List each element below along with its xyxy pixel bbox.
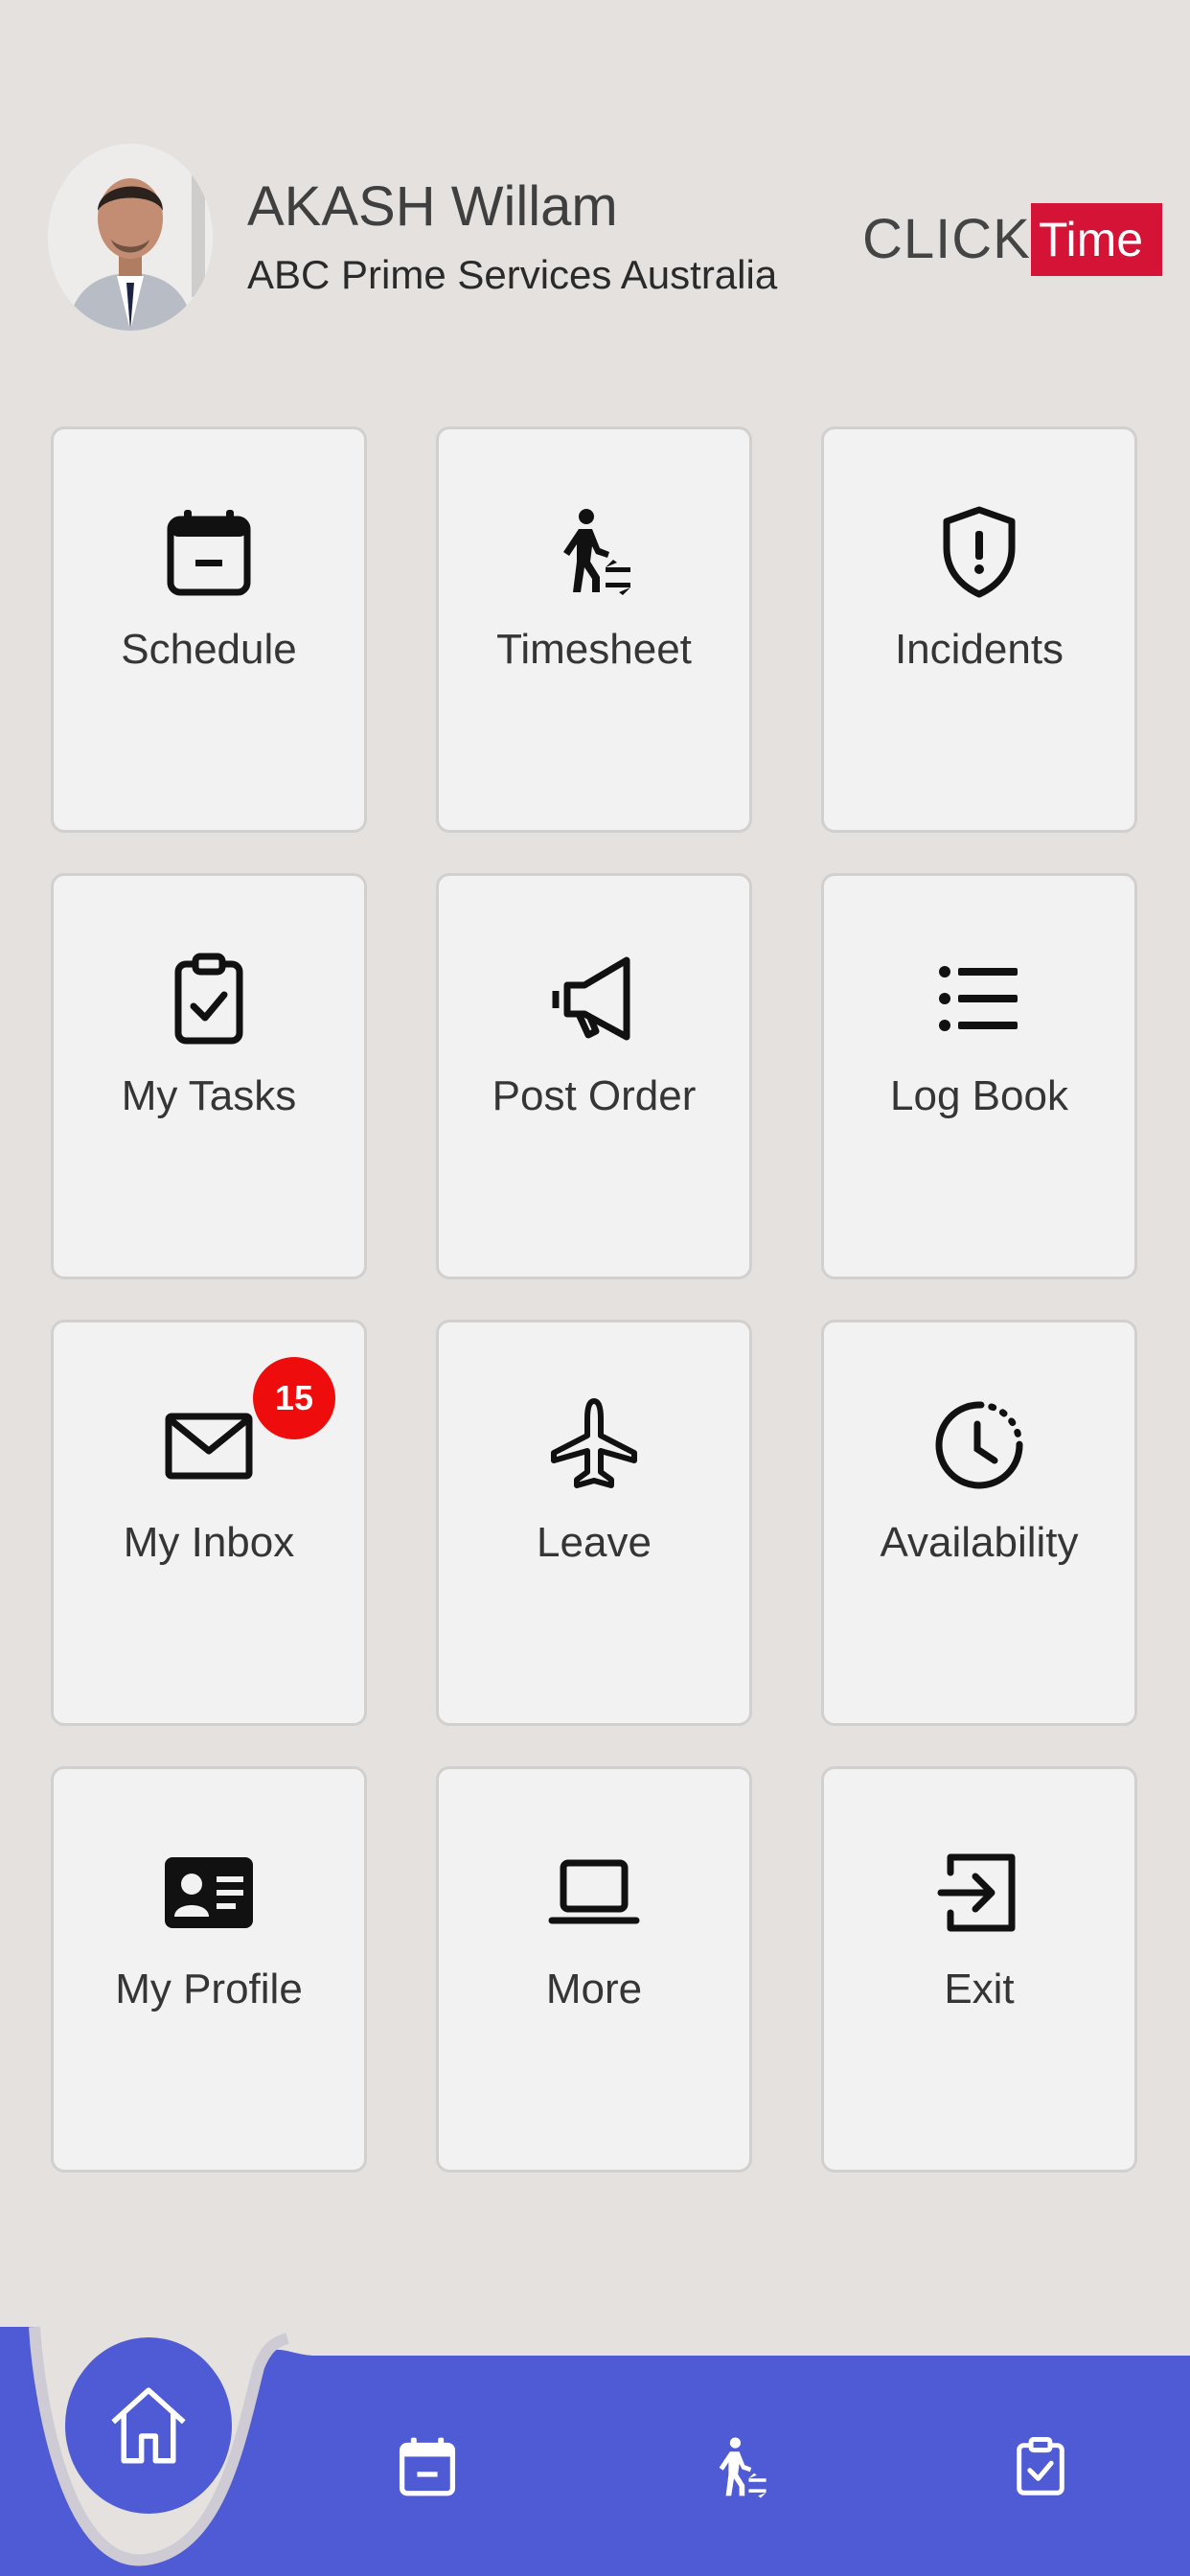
tile-label: Post Order	[492, 1072, 697, 1119]
walking-transfer-icon	[546, 504, 642, 600]
avatar[interactable]	[48, 144, 213, 331]
laptop-icon	[546, 1844, 642, 1940]
tile-my-inbox[interactable]: 15 My Inbox	[51, 1320, 367, 1726]
calendar-icon	[399, 2437, 456, 2496]
nav-schedule-button[interactable]	[396, 2432, 459, 2501]
tile-timesheet[interactable]: Timesheet	[436, 426, 752, 833]
tile-label: Timesheet	[496, 626, 692, 673]
tile-log-book[interactable]: Log Book	[821, 873, 1137, 1279]
tile-post-order[interactable]: Post Order	[436, 873, 752, 1279]
tile-leave[interactable]: Leave	[436, 1320, 752, 1726]
profile-header: AKASH Willam ABC Prime Services Australi…	[48, 144, 1163, 335]
id-card-icon	[161, 1844, 257, 1940]
tile-label: Leave	[537, 1519, 652, 1566]
user-name: AKASH Willam	[247, 175, 618, 238]
tile-label: Exit	[944, 1966, 1015, 2012]
tile-exit[interactable]: Exit	[821, 1766, 1137, 2173]
tile-label: Incidents	[894, 626, 1064, 673]
nav-tasks-button[interactable]	[1011, 2432, 1070, 2501]
unread-count-badge: 15	[253, 1357, 335, 1439]
avatar-photo	[48, 144, 213, 331]
shield-alert-icon	[931, 504, 1027, 600]
nav-home-button[interactable]	[65, 2337, 232, 2514]
walking-transfer-icon	[719, 2437, 767, 2498]
tile-label: More	[545, 1966, 643, 2012]
company-name: ABC Prime Services Australia	[247, 252, 778, 297]
airplane-icon	[546, 1397, 642, 1493]
exit-icon	[931, 1844, 1027, 1940]
tile-my-profile[interactable]: My Profile	[51, 1766, 367, 2173]
megaphone-icon	[546, 951, 642, 1046]
tile-label: Availability	[880, 1519, 1079, 1566]
tile-label: Schedule	[121, 626, 297, 673]
calendar-icon	[161, 504, 257, 600]
tile-label: My Tasks	[121, 1072, 297, 1119]
tile-label: My Inbox	[123, 1519, 295, 1566]
tile-schedule[interactable]: Schedule	[51, 426, 367, 833]
tile-label: My Profile	[115, 1966, 303, 2012]
clock-history-icon	[931, 1397, 1027, 1493]
clipboard-check-icon	[161, 951, 257, 1046]
home-icon	[111, 2387, 186, 2464]
tile-availability[interactable]: Availability	[821, 1320, 1137, 1726]
logo-click-text: CLICK	[862, 208, 1031, 270]
envelope-icon	[161, 1397, 257, 1493]
tile-more[interactable]: More	[436, 1766, 752, 2173]
tile-incidents[interactable]: Incidents	[821, 426, 1137, 833]
tile-my-tasks[interactable]: My Tasks	[51, 873, 367, 1279]
bottom-nav	[0, 2310, 1190, 2576]
tile-label: Log Book	[890, 1072, 1068, 1119]
nav-timesheet-button[interactable]	[707, 2434, 774, 2501]
menu-grid: Schedule Timesheet Incidents My Tasks Po…	[51, 426, 1137, 2173]
list-icon	[931, 951, 1027, 1046]
logo-time-text: Time	[1030, 203, 1163, 276]
clicktime-logo: CLICK Time	[862, 203, 1163, 276]
clipboard-check-icon	[1017, 2437, 1064, 2496]
